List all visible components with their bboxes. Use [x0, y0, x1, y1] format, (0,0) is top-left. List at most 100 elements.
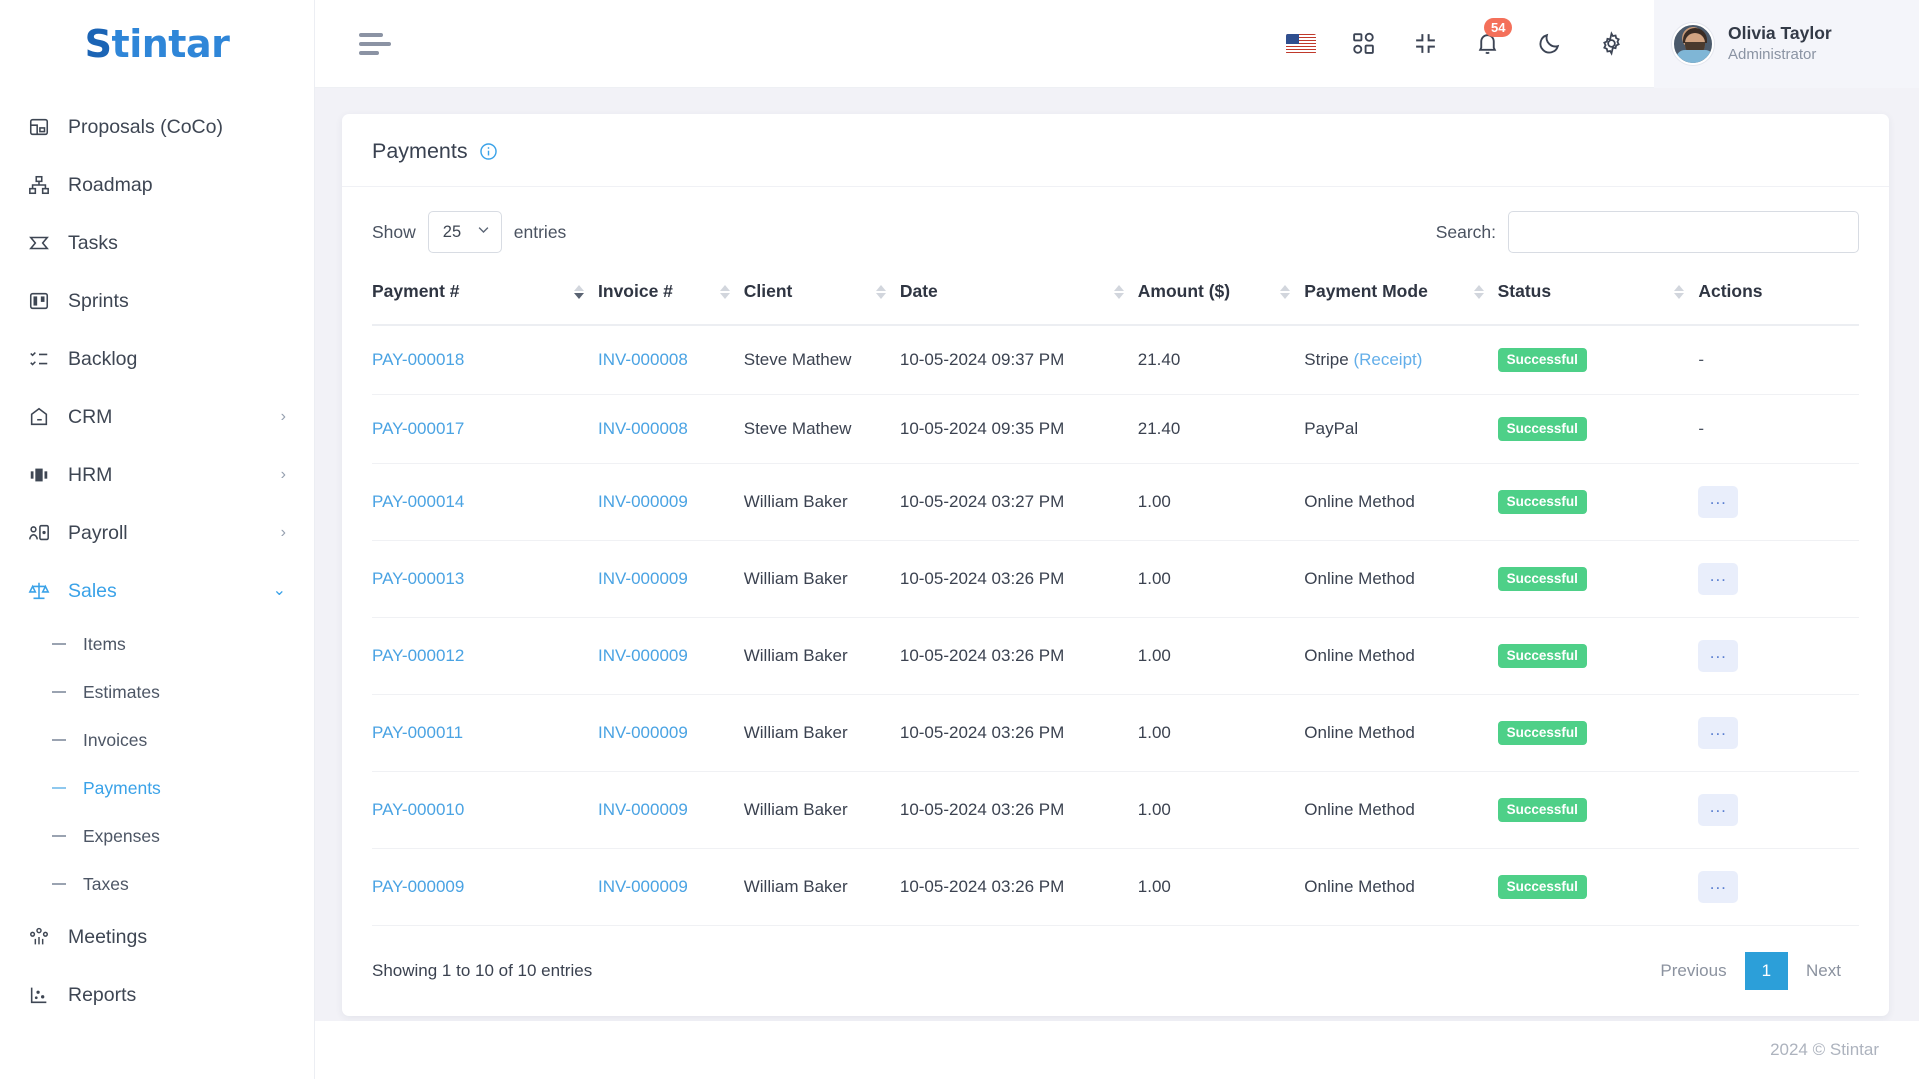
sort-icon[interactable] — [1473, 284, 1484, 299]
sidebar-item-tasks[interactable]: Tasks — [0, 214, 314, 272]
invoice-link[interactable]: INV-000009 — [598, 877, 688, 896]
sidebar-item-label: Payroll — [68, 521, 128, 544]
payment-link[interactable]: PAY-000014 — [372, 492, 464, 511]
sidebar-item-meetings[interactable]: Meetings — [0, 908, 314, 966]
sidebar-item-crm[interactable]: CRM › — [0, 388, 314, 446]
sort-icon[interactable] — [1113, 284, 1124, 299]
search-group: Search: — [1436, 211, 1859, 253]
content-area: Payments Show 25 entries Search: Payment… — [315, 88, 1919, 1021]
invoice-link[interactable]: INV-000009 — [598, 492, 688, 511]
moon-icon[interactable] — [1530, 25, 1568, 63]
invoice-link[interactable]: INV-000008 — [598, 419, 688, 438]
invoice-link[interactable]: INV-000009 — [598, 646, 688, 665]
column-header-status[interactable]: Status — [1497, 269, 1699, 326]
search-label: Search: — [1435, 221, 1496, 242]
collapse-screen-icon[interactable] — [1406, 25, 1444, 63]
brand-text: Stintar — [85, 22, 230, 66]
row-actions-button[interactable]: ... — [1698, 563, 1739, 596]
pagination-next[interactable]: Next — [1788, 952, 1859, 990]
column-label: Actions — [1698, 281, 1763, 301]
backlog-icon — [26, 346, 52, 372]
invoice-link[interactable]: INV-000009 — [598, 800, 688, 819]
cell-date: 10-05-2024 03:26 PM — [899, 617, 1138, 696]
user-profile-button[interactable]: Olivia Taylor Administrator — [1654, 0, 1919, 88]
chevron-right-icon: › — [280, 466, 286, 483]
cell-invoice: INV-000008 — [598, 325, 744, 396]
hrm-icon — [26, 462, 52, 488]
sort-icon[interactable] — [1674, 284, 1685, 299]
row-actions-button[interactable]: ... — [1698, 640, 1739, 673]
gear-icon[interactable] — [1592, 25, 1630, 63]
payment-link[interactable]: PAY-000018 — [372, 350, 464, 369]
sidebar-subitem-invoices[interactable]: Invoices — [0, 716, 314, 764]
sidebar-subitem-expenses[interactable]: Expenses — [0, 812, 314, 860]
column-header-amount[interactable]: Amount ($) — [1137, 269, 1305, 326]
table-row: PAY-000009 INV-000009 William Baker 10-0… — [372, 848, 1859, 927]
invoice-link[interactable]: INV-000009 — [598, 723, 688, 742]
table-head: Payment # Invoice # Client Date Amount (… — [372, 269, 1859, 326]
cell-status: Successful — [1497, 617, 1699, 696]
apps-grid-icon[interactable] — [1344, 25, 1382, 63]
row-actions-button[interactable]: ... — [1698, 794, 1739, 827]
status-badge: Successful — [1497, 721, 1587, 746]
cell-payment-mode: Online Method — [1304, 540, 1498, 619]
sidebar: Stintar Proposals (CoCo) Roadmap Tasks S… — [0, 0, 315, 1079]
payment-link[interactable]: PAY-000010 — [372, 800, 464, 819]
sidebar-item-sales[interactable]: Sales ⌄ — [0, 562, 314, 620]
sidebar-subitem-label: Taxes — [83, 873, 129, 894]
sidebar-item-reports[interactable]: Reports — [0, 966, 314, 1024]
column-header-invoice[interactable]: Invoice # — [598, 269, 744, 326]
sales-icon — [26, 578, 52, 604]
column-header-client[interactable]: Client — [743, 269, 900, 326]
sidebar-item-roadmap[interactable]: Roadmap — [0, 156, 314, 214]
cell-invoice: INV-000009 — [598, 771, 744, 850]
row-actions-button[interactable]: ... — [1698, 717, 1739, 750]
cell-invoice: INV-000009 — [598, 540, 744, 619]
sidebar-subitem-estimates[interactable]: Estimates — [0, 668, 314, 716]
sidebar-item-label: Meetings — [68, 925, 148, 948]
sidebar-item-proposals[interactable]: Proposals (CoCo) — [0, 98, 314, 156]
sidebar-item-sprints[interactable]: Sprints — [0, 272, 314, 330]
cell-payment: PAY-000014 — [372, 463, 599, 542]
sort-icon[interactable] — [875, 284, 886, 299]
cell-payment: PAY-000010 — [372, 771, 599, 850]
pagination-previous[interactable]: Previous — [1642, 952, 1744, 990]
column-label: Status — [1497, 281, 1552, 301]
info-circle-icon[interactable] — [479, 142, 498, 161]
payment-link[interactable]: PAY-000012 — [372, 646, 464, 665]
sort-icon[interactable] — [1280, 284, 1291, 299]
column-header-date[interactable]: Date — [899, 269, 1138, 326]
sidebar-subitem-payments[interactable]: Payments — [0, 764, 314, 812]
hamburger-icon[interactable] — [359, 32, 393, 55]
sort-icon[interactable] — [719, 284, 730, 299]
brand-logo[interactable]: Stintar — [0, 0, 314, 88]
sidebar-subitem-items[interactable]: Items — [0, 620, 314, 668]
pagination-page-1[interactable]: 1 — [1744, 952, 1789, 991]
search-input[interactable] — [1508, 211, 1859, 253]
cell-status: Successful — [1497, 694, 1699, 773]
invoice-link[interactable]: INV-000009 — [598, 569, 688, 588]
payment-link[interactable]: PAY-000013 — [372, 569, 464, 588]
column-header-payment-mode[interactable]: Payment Mode — [1304, 269, 1498, 326]
payment-link[interactable]: PAY-000017 — [372, 419, 464, 438]
cell-payment: PAY-000013 — [372, 540, 599, 619]
language-selector[interactable] — [1282, 25, 1320, 63]
sort-icon[interactable] — [574, 284, 585, 299]
status-badge: Successful — [1497, 644, 1587, 669]
chevron-down-icon: ⌄ — [272, 582, 286, 599]
page-size-select[interactable]: 25 — [427, 211, 502, 253]
sidebar-item-hrm[interactable]: HRM › — [0, 446, 314, 504]
cell-actions: ... — [1698, 540, 1859, 619]
sidebar-subitem-taxes[interactable]: Taxes — [0, 860, 314, 908]
receipt-link[interactable]: (Receipt) — [1353, 350, 1422, 369]
sidebar-item-backlog[interactable]: Backlog — [0, 330, 314, 388]
payment-link[interactable]: PAY-000011 — [372, 723, 463, 742]
row-actions-button[interactable]: ... — [1698, 486, 1739, 519]
payment-link[interactable]: PAY-000009 — [372, 877, 464, 896]
row-actions-button[interactable]: ... — [1698, 871, 1739, 904]
column-header-payment[interactable]: Payment # — [372, 269, 599, 326]
invoice-link[interactable]: INV-000008 — [598, 350, 688, 369]
notification-count-badge: 54 — [1484, 17, 1513, 37]
notifications-button[interactable]: 54 — [1468, 17, 1513, 63]
sidebar-item-payroll[interactable]: Payroll › — [0, 504, 314, 562]
